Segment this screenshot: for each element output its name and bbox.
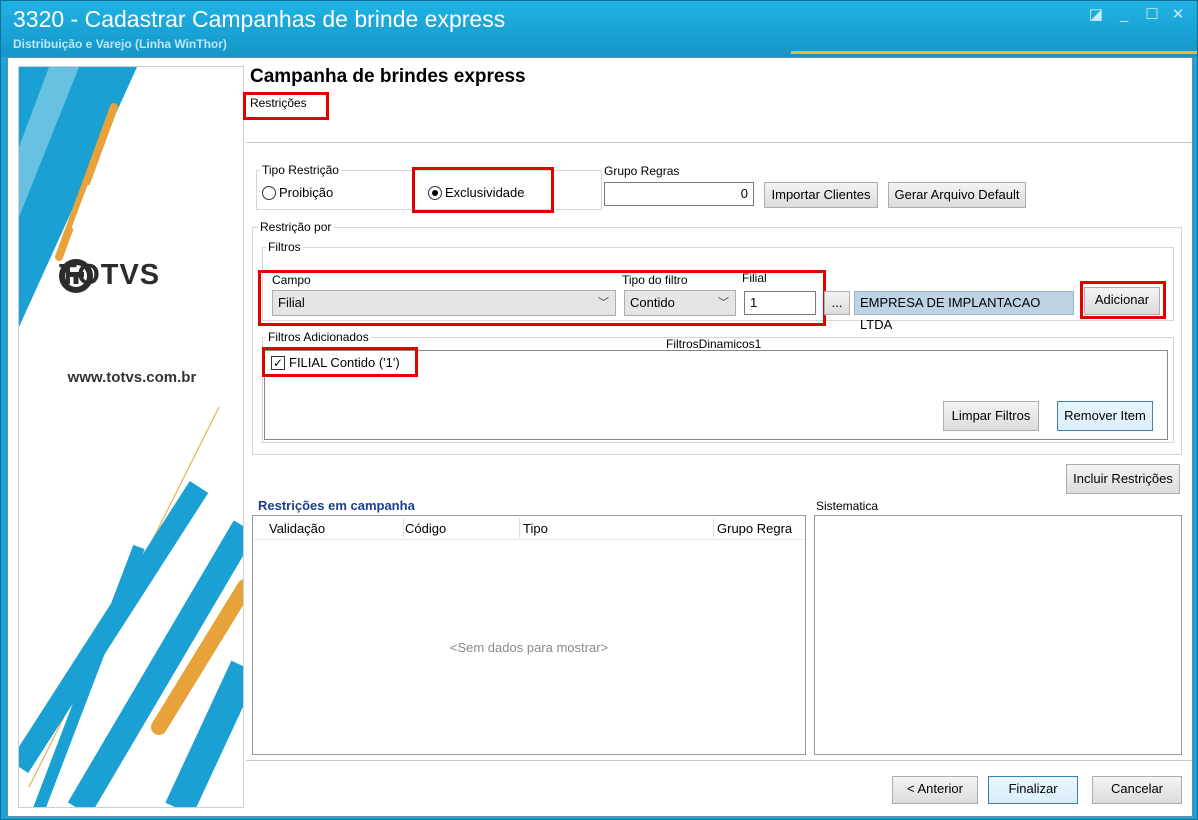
tipo-filtro-select-value: Contido	[630, 295, 675, 310]
column-validacao[interactable]: Validação	[269, 521, 325, 536]
close-icon[interactable]: ✕	[1167, 5, 1189, 25]
tipo-restricao-label: Tipo Restrição	[260, 163, 341, 177]
app-window: 3320 - Cadastrar Campanhas de brinde exp…	[0, 0, 1198, 820]
title-bar: 3320 - Cadastrar Campanhas de brinde exp…	[1, 1, 1197, 57]
step-title: Restrições	[250, 96, 307, 110]
column-divider	[403, 518, 404, 538]
filtro-item[interactable]: ✓ FILIAL Contido ('1')	[271, 355, 400, 370]
tipo-filtro-label: Tipo do filtro	[622, 273, 688, 287]
restricao-por-label: Restrição por	[258, 220, 334, 234]
campo-select[interactable]: Filial ﹀	[272, 290, 616, 316]
wizard-content: Campanha de brindes express Restrições T…	[243, 58, 1192, 816]
totvs-banner: TOTVS www.totvs.com.br	[18, 66, 244, 808]
restore-icon[interactable]: ◪	[1085, 5, 1107, 25]
chevron-down-icon: ﹀	[718, 297, 729, 309]
filtros-dinamicos-label: FiltrosDinamicos1	[666, 337, 762, 351]
wizard-header: Campanha de brindes express Restrições	[243, 58, 1192, 143]
page-title: Campanha de brindes express	[250, 66, 526, 87]
cancelar-button[interactable]: Cancelar	[1092, 776, 1182, 804]
column-tipo[interactable]: Tipo	[523, 521, 548, 536]
restricoes-grid[interactable]: Validação Código Tipo Grupo Regra <Sem d…	[252, 515, 806, 755]
radio-exclusividade[interactable]: Exclusividade	[428, 185, 525, 200]
window-title: 3320 - Cadastrar Campanhas de brinde exp…	[13, 6, 506, 32]
anterior-button[interactable]: < Anterior	[892, 776, 978, 804]
wizard-footer: < Anterior Finalizar Cancelar	[246, 760, 1192, 816]
website-text: www.totvs.com.br	[67, 369, 197, 386]
column-divider	[713, 518, 714, 538]
radio-exclusividade-dot[interactable]	[428, 185, 442, 200]
checkbox-checked-icon[interactable]: ✓	[271, 355, 285, 370]
window-subtitle: Distribuição e Varejo (Linha WinThor)	[13, 37, 227, 51]
filtros-adicionados-list: ✓ FILIAL Contido ('1') Limpar Filtros Re…	[264, 350, 1168, 440]
tipo-filtro-select[interactable]: Contido ﹀	[624, 290, 736, 316]
ellipsis-button[interactable]: ...	[824, 291, 850, 315]
totvs-logo-icon	[59, 259, 93, 293]
column-grupo-regra[interactable]: Grupo Regra	[717, 521, 792, 536]
sistematica-textarea[interactable]	[814, 515, 1182, 755]
filtros-label: Filtros	[266, 240, 303, 254]
chevron-down-icon: ﹀	[598, 297, 609, 309]
importar-clientes-button[interactable]: Importar Clientes	[764, 182, 878, 208]
grid-header-row: Validação Código Tipo Grupo Regra	[253, 516, 805, 540]
empty-grid-text: <Sem dados para mostrar>	[449, 640, 609, 655]
column-divider	[519, 518, 520, 538]
grupo-regras-label: Grupo Regras	[604, 164, 680, 178]
finalizar-button[interactable]: Finalizar	[988, 776, 1078, 804]
minimize-icon[interactable]: _	[1113, 5, 1135, 25]
filtros-adicionados-label: Filtros Adicionados	[266, 330, 371, 344]
column-codigo[interactable]: Código	[405, 521, 446, 536]
title-accent-line	[791, 51, 1197, 54]
campo-select-value: Filial	[278, 295, 305, 310]
grupo-regras-input[interactable]: 0	[604, 182, 754, 206]
gerar-arquivo-default-button[interactable]: Gerar Arquivo Default	[888, 182, 1026, 208]
limpar-filtros-button[interactable]: Limpar Filtros	[943, 401, 1039, 431]
radio-exclusividade-label: Exclusividade	[445, 185, 525, 200]
sistematica-label: Sistematica	[816, 499, 879, 513]
radio-proibicao-label: Proibição	[279, 185, 334, 200]
banner-graphic	[19, 67, 243, 807]
maximize-icon[interactable]: ☐	[1141, 5, 1163, 25]
filtro-item-label: FILIAL Contido ('1')	[289, 355, 400, 370]
campo-label: Campo	[272, 273, 311, 287]
adicionar-button[interactable]: Adicionar	[1084, 287, 1160, 315]
empresa-field: EMPRESA DE IMPLANTACAO LTDA	[854, 291, 1074, 332]
restricoes-campanha-title: Restrições em campanha	[258, 498, 415, 513]
wizard-client-area: TOTVS www.totvs.com.br Campanha de brind…	[7, 57, 1193, 817]
totvs-logo: TOTVS	[59, 259, 160, 293]
radio-proibicao-dot[interactable]	[262, 185, 276, 200]
filial-input[interactable]: 1	[744, 291, 816, 315]
incluir-restricoes-button[interactable]: Incluir Restrições	[1066, 464, 1180, 494]
filial-label: Filial	[742, 271, 767, 285]
radio-proibicao[interactable]: Proibição	[262, 185, 333, 200]
remover-item-button[interactable]: Remover Item	[1057, 401, 1153, 431]
